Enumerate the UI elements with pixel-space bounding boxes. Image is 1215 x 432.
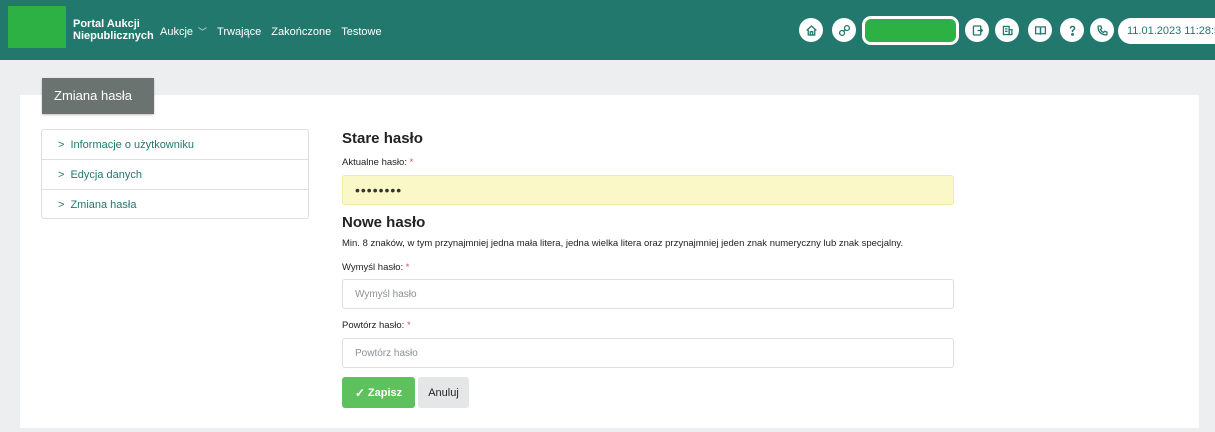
nav-aukcje-label: Aukcje <box>160 26 194 38</box>
user-account-pill[interactable] <box>862 16 959 45</box>
datetime-display: 11.01.2023 11:28:50 <box>1118 18 1215 44</box>
brand-line-1: Portal Aukcji <box>73 18 140 30</box>
page-title: Zmiana hasła <box>42 78 154 114</box>
sidebar-menu: > Informacje o użytkowniku > Edycja danych… <box>41 129 309 219</box>
repeat-password-label-text: Powtórz hasło: <box>342 320 405 331</box>
brand-line-2: Niepublicznych <box>73 30 154 42</box>
save-button[interactable]: ✓ Zapisz <box>342 377 415 408</box>
new-password-label: Wymyśl hasło: * <box>342 262 410 273</box>
main-nav: Aukcje ﹀ Trwające Zakończone Testowe <box>160 25 392 39</box>
chevron-right-icon: > <box>58 169 65 181</box>
nav-zakonczone[interactable]: Zakończone <box>271 26 331 38</box>
book-icon[interactable] <box>1028 18 1052 42</box>
brand-name[interactable]: Portal Aukcji Niepublicznych <box>73 18 154 42</box>
required-mark: * <box>405 262 410 273</box>
sidebar-item-user-info[interactable]: > Informacje o użytkowniku <box>42 130 308 160</box>
current-password-label: Aktualne hasło: * <box>342 157 413 168</box>
nav-trwajace[interactable]: Trwające <box>217 26 261 38</box>
repeat-password-input[interactable] <box>342 338 954 368</box>
nav-testowe[interactable]: Testowe <box>341 26 381 38</box>
nav-aukcje[interactable]: Aukcje ﹀ <box>160 25 207 38</box>
sidebar-item-label: Edycja danych <box>70 169 142 181</box>
new-password-label-text: Wymyśl hasło: <box>342 262 404 273</box>
old-password-heading: Stare hasło <box>342 130 423 147</box>
chevron-down-icon: ﹀ <box>198 27 208 37</box>
home-icon[interactable] <box>799 18 823 42</box>
save-button-label: Zapisz <box>367 386 403 399</box>
new-password-input[interactable] <box>342 279 954 309</box>
sidebar-item-label: Informacje o użytkowniku <box>70 139 194 151</box>
chevron-right-icon: > <box>58 139 65 151</box>
required-mark: * <box>406 320 411 331</box>
sidebar-item-edit-data[interactable]: > Edycja danych <box>42 160 308 190</box>
logout-icon[interactable] <box>965 18 989 42</box>
building-icon[interactable] <box>995 18 1019 42</box>
sidebar-item-label: Zmiana hasła <box>70 199 137 211</box>
help-icon[interactable] <box>1060 18 1084 42</box>
chevron-right-icon: > <box>58 199 65 211</box>
required-mark: * <box>409 157 414 168</box>
new-password-heading: Nowe hasło <box>342 214 426 231</box>
top-navbar: Portal Aukcji Niepublicznych Aukcje ﹀ Trw… <box>0 0 1215 60</box>
logo[interactable] <box>8 6 66 48</box>
sidebar-item-change-password[interactable]: > Zmiana hasła <box>42 190 308 220</box>
check-icon: ✓ <box>354 385 365 400</box>
current-password-label-text: Aktualne hasło: <box>342 157 407 168</box>
password-rules-hint: Min. 8 znaków, w tym przynajmniej jedna … <box>342 238 904 249</box>
link-icon[interactable] <box>832 18 856 42</box>
current-password-input[interactable] <box>342 175 954 205</box>
repeat-password-label: Powtórz hasło: * <box>342 320 411 331</box>
phone-icon[interactable] <box>1090 18 1114 42</box>
cancel-button[interactable]: Anuluj <box>418 377 469 408</box>
